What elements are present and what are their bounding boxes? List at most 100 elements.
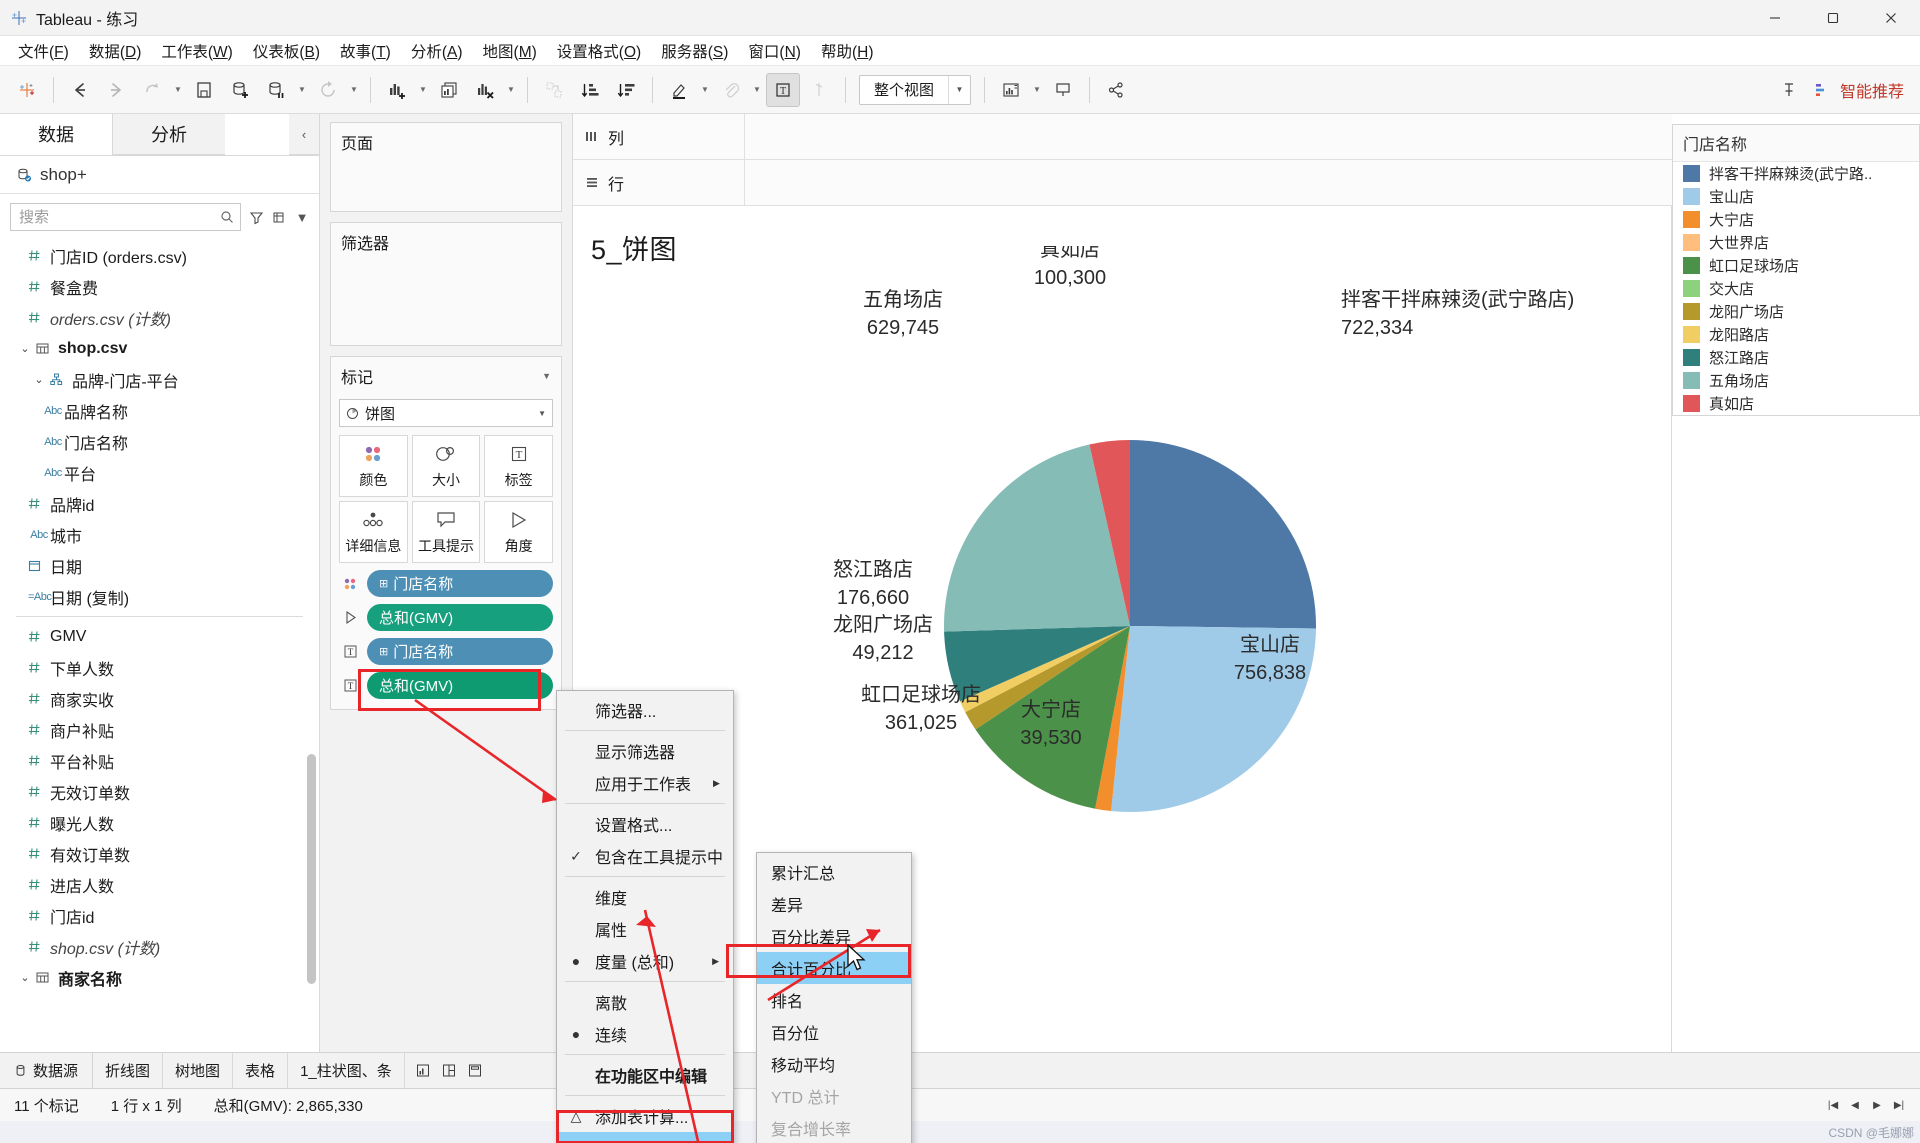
sidebar-tab-data[interactable]: 数据 [0, 114, 112, 155]
field-item[interactable]: Abc 门店名称 [0, 426, 319, 457]
marks-pill[interactable]: ⊞ 门店名称 [367, 638, 553, 665]
menu-item-1[interactable]: 数据(D) [79, 36, 152, 66]
field-item[interactable]: 餐盒费 [0, 271, 319, 302]
hierarchy-expand-icon[interactable]: ⊞ [379, 645, 388, 658]
new-worksheet-tab-icon[interactable] [413, 1058, 437, 1084]
clear-sheet-icon[interactable] [468, 73, 502, 107]
new-worksheet-dropdown-icon[interactable]: ▼ [416, 73, 430, 107]
duplicate-sheet-icon[interactable] [432, 73, 466, 107]
columns-drop-area[interactable] [745, 114, 1672, 159]
filters-drop-area[interactable] [331, 259, 561, 345]
show-cards-dropdown-icon[interactable]: ▼ [1030, 73, 1044, 107]
marks-size-button[interactable]: 大小 [411, 435, 481, 497]
sidebar-tab-analysis[interactable]: 分析 [112, 114, 225, 155]
hierarchy-expand-icon[interactable]: ⊞ [379, 577, 388, 590]
legend-item[interactable]: 大宁店 [1673, 208, 1919, 231]
filter-icon[interactable] [249, 204, 264, 230]
field-item[interactable]: 下单人数 [0, 652, 319, 683]
marks-pill[interactable]: 总和(GMV) [367, 604, 553, 631]
sidebar-scrollbar[interactable] [307, 754, 316, 984]
menu-item-9[interactable]: 窗口(N) [738, 36, 811, 66]
fixed-axis-icon[interactable] [802, 73, 836, 107]
submenu-item[interactable]: 差异 [757, 888, 911, 920]
menu-item-0[interactable]: 文件(F) [8, 36, 79, 66]
field-item[interactable]: orders.csv (计数) [0, 302, 319, 333]
search-box[interactable] [10, 203, 241, 231]
datasource-row[interactable]: shop+ [0, 156, 319, 194]
field-item[interactable]: 无效订单数 [0, 776, 319, 807]
field-item[interactable]: GMV [0, 621, 319, 652]
redo-dropdown-icon[interactable]: ▼ [171, 73, 185, 107]
submenu-item[interactable]: 百分比差异 [757, 920, 911, 952]
sheet-tab[interactable]: 1_柱状图、条 [288, 1053, 405, 1088]
legend-item[interactable]: 宝山店 [1673, 185, 1919, 208]
sheet-tab[interactable]: 折线图 [93, 1053, 164, 1088]
context-menu-item[interactable]: △ 添加表计算... [557, 1100, 733, 1132]
redo-icon[interactable] [135, 73, 169, 107]
new-story-tab-icon[interactable] [465, 1058, 489, 1084]
marks-angle-button[interactable]: 角度 [484, 501, 553, 563]
context-menu-item[interactable]: 设置格式... [557, 808, 733, 840]
attach-dropdown-icon[interactable]: ▼ [750, 73, 764, 107]
pin-icon[interactable] [1772, 73, 1806, 107]
refresh-icon[interactable] [311, 73, 345, 107]
legend-item[interactable]: 虹口足球场店 [1673, 254, 1919, 277]
worksheet-canvas[interactable]: 5_饼图 真如店 100,300 拌客干拌麻辣烫(武宁路店) 722,334 五角场店 6… [573, 206, 1672, 1052]
field-item[interactable]: 有效订单数 [0, 838, 319, 869]
context-menu-item[interactable]: ✓ 包含在工具提示中 [557, 840, 733, 872]
pie-chart[interactable]: 真如店 100,300 拌客干拌麻辣烫(武宁路店) 722,334 五角场店 629,74… [573, 246, 1672, 1006]
minimize-button[interactable] [1746, 0, 1804, 36]
pie-slice[interactable] [1130, 440, 1316, 629]
context-menu-item[interactable]: 属性 [557, 913, 733, 945]
highlight-icon[interactable] [662, 73, 696, 107]
marks-tooltip-button[interactable]: 工具提示 [411, 501, 481, 563]
menu-item-4[interactable]: 故事(T) [330, 36, 401, 66]
pages-drop-area[interactable] [331, 159, 561, 211]
context-menu-item[interactable]: 离散 [557, 986, 733, 1018]
menu-item-7[interactable]: 设置格式(O) [547, 36, 651, 66]
field-item[interactable]: 门店ID (orders.csv) [0, 240, 319, 271]
horizontal-scrollbar[interactable]: CSDN @毛娜娜 [0, 1121, 1920, 1143]
datasource-tab[interactable]: 数据源 [0, 1053, 94, 1088]
field-item[interactable]: 门店id [0, 900, 319, 931]
field-item[interactable]: 曝光人数 [0, 807, 319, 838]
context-menu-item[interactable]: 维度 [557, 881, 733, 913]
field-item[interactable]: Abc 平台 [0, 457, 319, 488]
color-icon[interactable] [339, 574, 361, 594]
highlight-dropdown-icon[interactable]: ▼ [698, 73, 712, 107]
tableau-home-icon[interactable] [10, 73, 44, 107]
field-item[interactable]: ⌄ 商家名称 [0, 962, 319, 993]
sort-asc-icon[interactable] [573, 73, 607, 107]
new-worksheet-icon[interactable] [380, 73, 414, 107]
field-item[interactable]: 进店人数 [0, 869, 319, 900]
clear-dropdown-icon[interactable]: ▼ [504, 73, 518, 107]
fit-selector[interactable]: 整个视图 ▼ [859, 74, 972, 105]
refresh-dropdown-icon[interactable]: ▼ [347, 73, 361, 107]
legend-item[interactable]: 怒江路店 [1673, 346, 1919, 369]
quick-table-calc-submenu[interactable]: 累计汇总 差异 百分比差异 合计百分比 排名 百分位 移动平均 YTD 总计 复合增长率 [756, 852, 912, 1143]
context-menu-item[interactable]: ● 连续 [557, 1018, 733, 1050]
context-menu-item[interactable]: 应用于工作表 ▶ [557, 767, 733, 799]
marks-collapse-icon[interactable]: ▼ [542, 371, 551, 381]
prev-page-icon[interactable]: ◀ [1844, 1094, 1866, 1116]
label-icon[interactable]: T [339, 642, 361, 662]
context-menu-item[interactable]: 在功能区中编辑 [557, 1059, 733, 1091]
legend-item[interactable]: 龙阳广场店 [1673, 300, 1919, 323]
first-page-icon[interactable]: |◀ [1822, 1094, 1844, 1116]
context-menu-item[interactable]: 快速表计算▶ [557, 1132, 733, 1143]
show-cards-icon[interactable] [994, 73, 1028, 107]
field-item[interactable]: ⌄ shop.csv [0, 333, 319, 364]
attach-icon[interactable] [714, 73, 748, 107]
forward-icon[interactable] [99, 73, 133, 107]
marks-pill[interactable]: 总和(GMV) [367, 672, 553, 699]
field-item[interactable]: 平台补贴 [0, 745, 319, 776]
back-icon[interactable] [63, 73, 97, 107]
chevron-down-icon[interactable]: ⌄ [14, 342, 36, 355]
marks-color-button[interactable]: 颜色 [339, 435, 408, 497]
view-options-icon[interactable] [272, 204, 287, 230]
menu-item-5[interactable]: 分析(A) [401, 36, 473, 66]
field-item[interactable]: =Abc 日期 (复制) [0, 581, 319, 612]
angle-icon[interactable] [339, 608, 361, 628]
marks-pill[interactable]: ⊞ 门店名称 [367, 570, 553, 597]
next-page-icon[interactable]: ▶ [1866, 1094, 1888, 1116]
